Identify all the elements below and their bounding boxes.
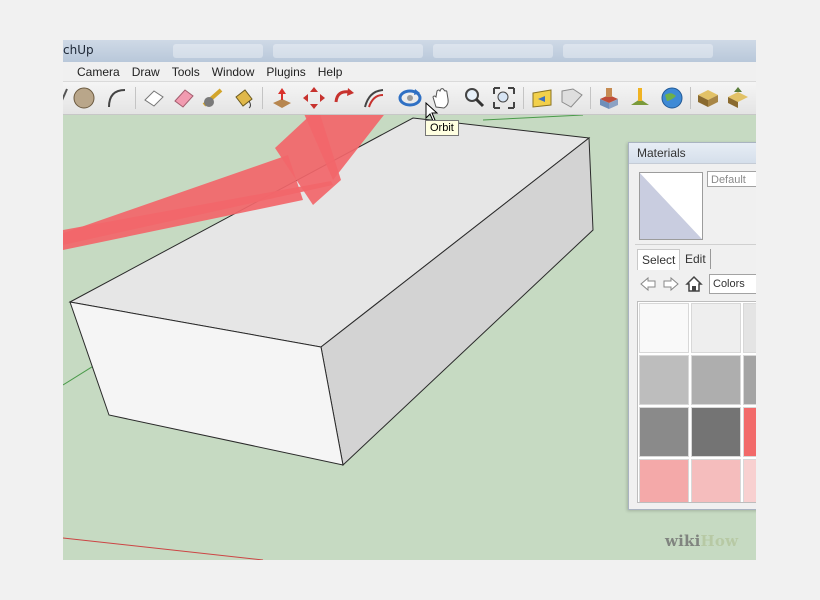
google-earth-icon[interactable]: [659, 85, 685, 111]
swatch-grid: [637, 301, 756, 503]
color-swatch[interactable]: [639, 459, 689, 502]
component-icon[interactable]: [596, 85, 622, 111]
menu-window[interactable]: Window: [212, 65, 255, 79]
color-swatch[interactable]: [743, 459, 756, 502]
wikihow-watermark: wikiHow: [665, 532, 738, 550]
watermark-wiki: wiki: [665, 532, 701, 550]
materials-title[interactable]: Materials: [629, 143, 756, 164]
rotate-tool-icon[interactable]: [331, 85, 357, 111]
menu-bar: Camera Draw Tools Window Plugins Help: [63, 62, 756, 82]
title-bar: chUp: [63, 40, 756, 62]
get-models-icon[interactable]: [695, 85, 721, 111]
materials-panel: Materials Default Select Edit Colors: [628, 142, 756, 510]
green-axis-far: [482, 115, 584, 121]
home-icon[interactable]: [685, 275, 703, 293]
library-dropdown[interactable]: Colors: [709, 274, 756, 294]
color-swatch[interactable]: [691, 355, 741, 405]
color-swatch[interactable]: [743, 303, 756, 353]
eraser-icon[interactable]: [171, 85, 197, 111]
color-swatch[interactable]: [639, 355, 689, 405]
menu-camera[interactable]: Camera: [77, 65, 120, 79]
window-title: chUp: [63, 43, 94, 57]
color-swatch[interactable]: [743, 407, 756, 457]
add-location-icon[interactable]: [627, 85, 653, 111]
taskbar-tab[interactable]: [173, 44, 263, 58]
tape-measure-icon[interactable]: [201, 85, 227, 111]
menu-plugins[interactable]: Plugins: [266, 65, 305, 79]
share-model-icon[interactable]: [725, 85, 751, 111]
color-swatch[interactable]: [639, 303, 689, 353]
arc-tool-icon[interactable]: [103, 85, 129, 111]
zoom-extents-icon[interactable]: [491, 85, 517, 111]
mouse-cursor-icon: [425, 102, 439, 122]
eraser-outline-icon[interactable]: [141, 85, 167, 111]
toolbar: [63, 82, 756, 115]
taskbar-tab[interactable]: [433, 44, 553, 58]
red-axis: [63, 537, 264, 560]
material-name-field[interactable]: Default: [707, 171, 756, 187]
next-view-icon[interactable]: [559, 85, 585, 111]
move-tool-icon[interactable]: [301, 85, 327, 111]
color-swatch[interactable]: [691, 407, 741, 457]
orbit-icon[interactable]: [397, 85, 423, 111]
sketchup-screen: chUp Camera Draw Tools Window Plugins He…: [63, 40, 756, 560]
taskbar-tab[interactable]: [273, 44, 423, 58]
tab-edit[interactable]: Edit: [681, 249, 711, 269]
color-swatch[interactable]: [639, 407, 689, 457]
paint-bucket-icon[interactable]: [231, 85, 257, 111]
push-pull-icon[interactable]: [269, 85, 295, 111]
material-preview: [639, 172, 703, 240]
menu-tools[interactable]: Tools: [172, 65, 200, 79]
menu-help[interactable]: Help: [318, 65, 343, 79]
back-arrow-icon[interactable]: [639, 275, 657, 293]
orbit-tooltip: Orbit: [425, 120, 459, 136]
follow-me-icon[interactable]: [361, 85, 387, 111]
color-swatch[interactable]: [743, 355, 756, 405]
circle-tool-icon[interactable]: [71, 85, 97, 111]
taskbar-tab[interactable]: [563, 44, 713, 58]
forward-arrow-icon[interactable]: [662, 275, 680, 293]
color-swatch[interactable]: [691, 303, 741, 353]
menu-draw[interactable]: Draw: [132, 65, 160, 79]
previous-view-icon[interactable]: [529, 85, 555, 111]
watermark-how: How: [700, 532, 739, 550]
zoom-icon[interactable]: [461, 85, 487, 111]
tab-select[interactable]: Select: [637, 249, 681, 270]
color-swatch[interactable]: [691, 459, 741, 502]
